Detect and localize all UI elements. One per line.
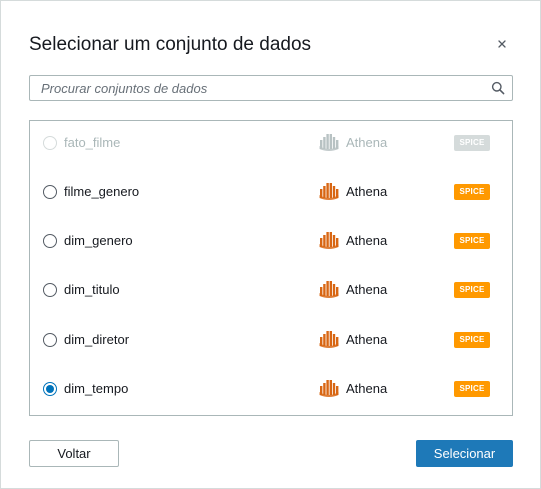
close-icon: [498, 40, 506, 48]
dataset-radio[interactable]: [43, 333, 57, 347]
dataset-radio[interactable]: [43, 234, 57, 248]
dataset-name: fato_filme: [64, 135, 121, 150]
athena-icon: [319, 183, 339, 200]
back-button[interactable]: Voltar: [29, 440, 119, 467]
dataset-source: Athena: [346, 381, 388, 396]
dataset-radio: [43, 136, 57, 150]
dataset-row[interactable]: dim_titulo Athena SPICE: [30, 268, 512, 317]
dataset-source: Athena: [346, 233, 388, 248]
dataset-radio[interactable]: [43, 283, 57, 297]
dataset-name: filme_genero: [64, 184, 140, 199]
athena-icon: [319, 331, 339, 348]
spice-badge: SPICE: [454, 282, 490, 298]
dataset-name: dim_tempo: [64, 381, 129, 396]
dataset-row[interactable]: dim_diretor Athena SPICE: [30, 318, 512, 367]
search-input[interactable]: [30, 76, 491, 100]
dataset-row[interactable]: filme_genero Athena SPICE: [30, 170, 512, 219]
dataset-radio[interactable]: [43, 185, 57, 199]
spice-badge: SPICE: [454, 135, 490, 151]
dataset-name: dim_genero: [64, 233, 133, 248]
dataset-name: dim_titulo: [64, 282, 120, 297]
spice-badge: SPICE: [454, 381, 490, 397]
dataset-row[interactable]: dim_genero Athena SPICE: [30, 219, 512, 268]
spice-badge: SPICE: [454, 184, 490, 200]
dataset-list: fato_filme Athena SPICE filme_genero Athena S…: [29, 120, 513, 416]
dataset-source: Athena: [346, 282, 388, 297]
search-icon[interactable]: [491, 81, 505, 95]
dialog-title: Selecionar um conjunto de dados: [29, 34, 312, 55]
dataset-name: dim_diretor: [64, 332, 130, 347]
athena-icon: [319, 281, 339, 298]
dataset-source: Athena: [346, 135, 388, 150]
athena-icon: [319, 380, 339, 397]
dataset-source: Athena: [346, 184, 388, 199]
select-dataset-dialog: Selecionar um conjunto de dados fato_fil…: [0, 0, 541, 489]
search-box: [29, 75, 513, 101]
spice-badge: SPICE: [454, 332, 490, 348]
spice-badge: SPICE: [454, 233, 490, 249]
athena-icon: [319, 232, 339, 249]
dataset-row[interactable]: dim_tempo Athena SPICE: [30, 367, 512, 416]
dataset-source: Athena: [346, 332, 388, 347]
close-button[interactable]: [491, 33, 513, 55]
athena-icon: [319, 134, 339, 151]
dataset-row: fato_filme Athena SPICE: [30, 121, 512, 170]
dataset-radio[interactable]: [43, 382, 57, 396]
select-button[interactable]: Selecionar: [416, 440, 513, 467]
